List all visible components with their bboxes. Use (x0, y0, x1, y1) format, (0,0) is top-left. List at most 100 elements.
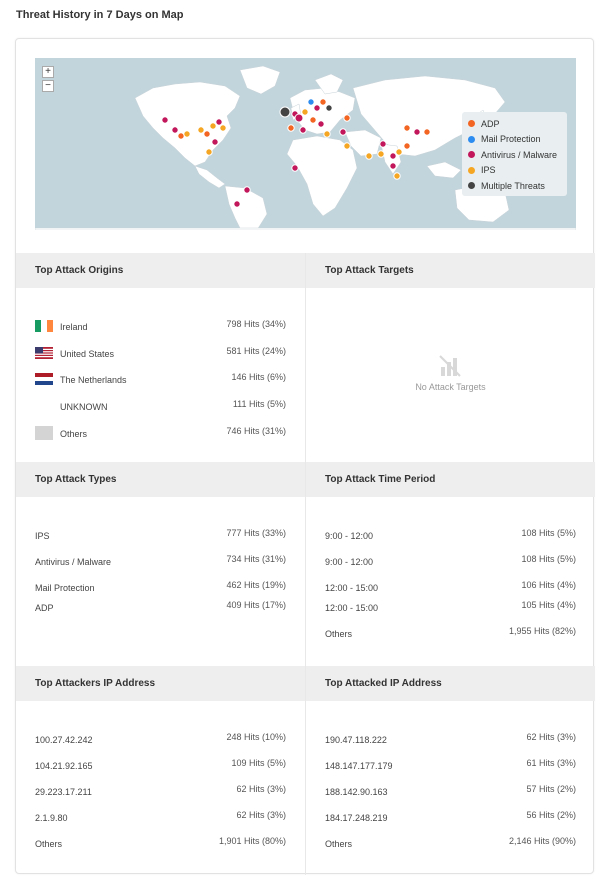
ip-address: 2.1.9.80 (35, 813, 68, 823)
hits-value: 734 Hits (31%) (226, 554, 286, 564)
list-item: Others 746 Hits (31%) (16, 426, 305, 441)
column-divider (305, 253, 306, 875)
ip-address: Others (35, 839, 63, 849)
list-item: The Netherlands 146 Hits (6%) (16, 372, 305, 387)
list-item: UNKNOWN 111 Hits (5%) (16, 399, 305, 414)
no-attack-targets-text: No Attack Targets (415, 382, 486, 392)
map-marker (403, 124, 411, 132)
map-marker (365, 152, 373, 160)
hits-value: 108 Hits (5%) (521, 528, 576, 538)
map-marker (379, 140, 387, 148)
hits-value: 109 Hits (5%) (231, 758, 286, 768)
country-name: United States (60, 349, 115, 359)
map-marker (291, 164, 299, 172)
section-title: Top Attack Origins (16, 253, 305, 288)
hits-value: 746 Hits (31%) (226, 426, 286, 436)
legend-item-adp: ADP (468, 116, 561, 132)
top-attack-targets-section: Top Attack Targets No Attack Targets (306, 253, 595, 392)
time-range: 12:00 - 15:00 (325, 583, 379, 593)
ip-address: Others (325, 839, 353, 849)
top-attack-origins-section: Top Attack Origins Ireland 798 Hits (34%… (16, 253, 305, 440)
zoom-out-button[interactable]: − (42, 80, 54, 92)
map-marker (215, 118, 223, 126)
list-item: 12:00 - 15:00 105 Hits (4%) (306, 600, 595, 615)
others-flag-icon (35, 426, 53, 440)
time-range: 9:00 - 12:00 (325, 557, 374, 567)
ip-address: 100.27.42.242 (35, 735, 93, 745)
threat-map[interactable]: + − ADP Mail Protection Antivirus / Malw… (35, 58, 576, 230)
map-marker (389, 152, 397, 160)
list-item: 9:00 - 12:00 108 Hits (5%) (306, 528, 595, 543)
netherlands-flag-icon (35, 373, 53, 385)
map-marker (219, 124, 227, 132)
legend-label: Mail Protection (481, 134, 541, 145)
map-marker (309, 116, 317, 124)
map-marker (294, 113, 304, 123)
list-item: IPS 777 Hits (33%) (16, 528, 305, 543)
hits-value: 2,146 Hits (90%) (508, 836, 576, 846)
map-marker (323, 130, 331, 138)
multiple-threats-dot-icon (468, 182, 475, 190)
list-item: 190.47.118.222 62 Hits (3%) (306, 732, 595, 747)
map-marker (203, 130, 211, 138)
hits-value: 146 Hits (6%) (231, 372, 286, 382)
time-range: 12:00 - 15:00 (325, 603, 379, 613)
map-legend: ADP Mail Protection Antivirus / Malware … (462, 112, 567, 196)
hits-value: 105 Hits (4%) (521, 600, 576, 610)
top-attack-time-period-section: Top Attack Time Period 9:00 - 12:00 108 … (306, 462, 595, 639)
attack-type-name: ADP (35, 603, 54, 613)
list-item: Ireland 798 Hits (34%) (16, 319, 305, 334)
hits-value: 409 Hits (17%) (226, 600, 286, 610)
list-item: 9:00 - 12:00 108 Hits (5%) (306, 554, 595, 569)
hits-value: 1,901 Hits (80%) (218, 836, 286, 846)
section-title: Top Attack Types (16, 462, 305, 497)
hits-value: 56 Hits (2%) (526, 810, 576, 820)
legend-item-antivirus: Antivirus / Malware (468, 147, 561, 163)
map-marker (395, 148, 403, 156)
map-marker (177, 132, 185, 140)
map-marker (299, 126, 307, 134)
map-marker (301, 108, 309, 116)
hits-value: 62 Hits (3%) (236, 810, 286, 820)
legend-label: IPS (481, 165, 496, 176)
list-item: Mail Protection 462 Hits (19%) (16, 580, 305, 595)
ip-address: 148.147.177.179 (325, 761, 393, 771)
ip-address: 188.142.90.163 (325, 787, 388, 797)
hits-value: 111 Hits (5%) (232, 399, 286, 409)
country-name: UNKNOWN (60, 402, 108, 412)
time-range: Others (325, 629, 353, 639)
attack-type-name: IPS (35, 531, 50, 541)
map-marker (197, 126, 205, 134)
country-name: Ireland (60, 322, 88, 332)
map-marker (413, 128, 421, 136)
map-marker (279, 106, 291, 118)
hits-value: 1,955 Hits (82%) (508, 626, 576, 636)
list-item: ADP 409 Hits (17%) (16, 600, 305, 615)
map-marker (183, 130, 191, 138)
list-item: 188.142.90.163 57 Hits (2%) (306, 784, 595, 799)
map-marker (171, 126, 179, 134)
list-item: 148.147.177.179 61 Hits (3%) (306, 758, 595, 773)
ip-address: 190.47.118.222 (325, 735, 387, 745)
time-range: 9:00 - 12:00 (325, 531, 374, 541)
list-item: 100.27.42.242 248 Hits (10%) (16, 732, 305, 747)
list-item: Others 2,146 Hits (90%) (306, 836, 595, 851)
map-marker (403, 142, 411, 150)
page-title: Threat History in 7 Days on Map (16, 9, 184, 21)
list-item: Others 1,955 Hits (82%) (306, 626, 595, 641)
list-item: 2.1.9.80 62 Hits (3%) (16, 810, 305, 825)
ip-address: 104.21.92.165 (35, 761, 93, 771)
map-marker (339, 128, 347, 136)
map-marker (423, 128, 431, 136)
ips-dot-icon (468, 166, 475, 174)
ip-address: 29.223.17.211 (35, 787, 92, 797)
map-marker (319, 98, 327, 106)
zoom-in-button[interactable]: + (42, 66, 54, 78)
country-name: Others (60, 429, 88, 439)
section-title: Top Attacked IP Address (306, 666, 595, 701)
map-marker (161, 116, 169, 124)
hits-value: 57 Hits (2%) (526, 784, 576, 794)
map-marker (317, 120, 325, 128)
map-marker (209, 122, 217, 130)
list-item: 184.17.248.219 56 Hits (2%) (306, 810, 595, 825)
